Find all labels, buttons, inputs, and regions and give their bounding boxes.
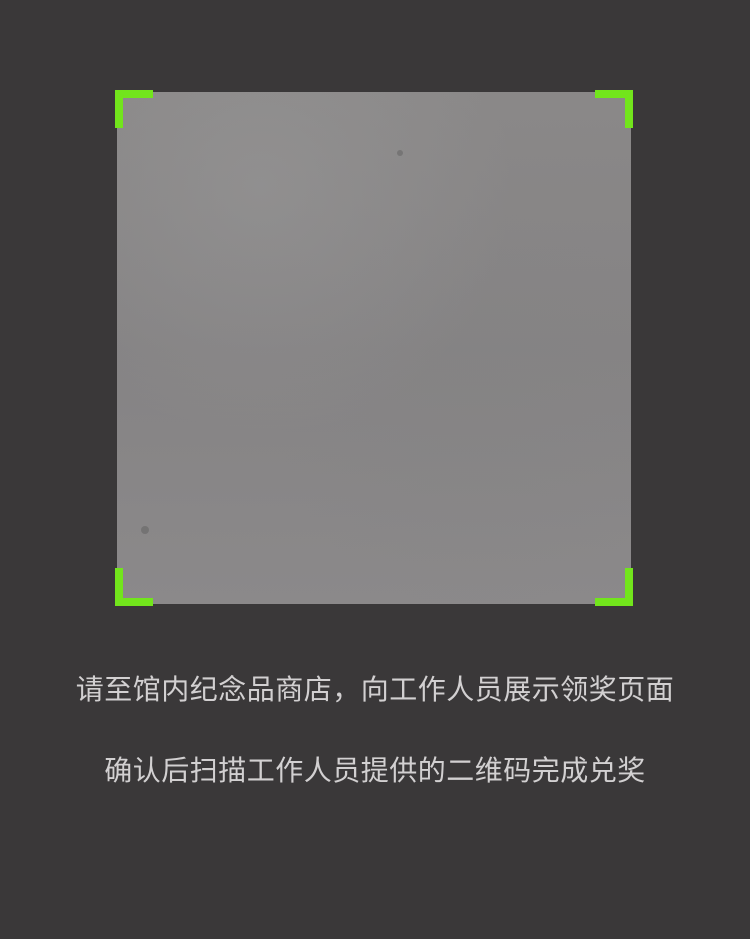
instruction-line-two: 确认后扫描工作人员提供的二维码完成兑奖 [104, 754, 646, 787]
camera-noise-speck [397, 150, 403, 156]
camera-preview [117, 92, 631, 604]
qr-scan-frame [115, 90, 633, 606]
scan-frame-corner-top-left [115, 90, 153, 128]
camera-noise-speck [141, 526, 149, 534]
scan-frame-corner-bottom-left [115, 568, 153, 606]
scan-frame-corner-top-right [595, 90, 633, 128]
scan-frame-corner-bottom-right [595, 568, 633, 606]
instruction-line-one: 请至馆内纪念品商店，向工作人员展示领奖页面 [75, 673, 675, 706]
scan-instructions: 请至馆内纪念品商店，向工作人员展示领奖页面 确认后扫描工作人员提供的二维码完成兑… [0, 670, 750, 791]
